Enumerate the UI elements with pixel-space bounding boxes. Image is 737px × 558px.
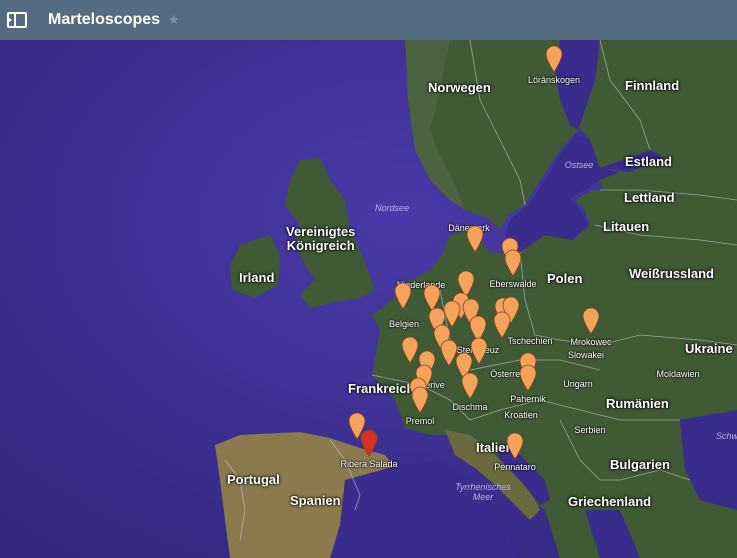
region-label: Belgien bbox=[388, 319, 420, 329]
map-marker-icon[interactable] bbox=[394, 282, 412, 310]
country-label: Irland bbox=[239, 270, 275, 285]
star-icon[interactable]: ★ bbox=[168, 12, 180, 28]
map-marker-icon[interactable] bbox=[411, 386, 429, 414]
app-header: Marteloscopes ★ bbox=[0, 0, 737, 40]
water-label: Nordsee bbox=[374, 203, 410, 213]
map-marker-icon[interactable] bbox=[545, 45, 563, 73]
region-label: Slowakei bbox=[567, 350, 605, 360]
country-label: Portugal bbox=[227, 472, 280, 487]
country-label: Estland bbox=[625, 154, 672, 169]
map-marker-icon[interactable] bbox=[582, 307, 600, 335]
country-label: Bulgarien bbox=[610, 457, 670, 472]
country-label: Spanien bbox=[290, 493, 341, 508]
map-marker-icon[interactable] bbox=[401, 336, 419, 364]
map-marker-icon[interactable] bbox=[360, 429, 378, 457]
country-label: Rumänien bbox=[606, 396, 669, 411]
country-label: Griechenland bbox=[568, 494, 652, 509]
region-label: Ungarn bbox=[563, 379, 593, 389]
country-label: Vereinigtes Königreich bbox=[286, 224, 356, 253]
marker-label: Mrokowec bbox=[570, 337, 612, 347]
country-label: Norwegen bbox=[428, 80, 491, 95]
map-marker-icon[interactable] bbox=[504, 249, 522, 277]
marker-label: Premol bbox=[405, 416, 435, 426]
water-label: Schw bbox=[715, 431, 737, 441]
page-title: Marteloscopes bbox=[48, 11, 161, 28]
marker-label: Pahernik bbox=[510, 394, 546, 404]
region-label: Serbien bbox=[574, 425, 606, 435]
marker-label: Pennataro bbox=[494, 462, 536, 472]
marker-label: Dischma bbox=[452, 402, 488, 412]
map-marker-icon[interactable] bbox=[519, 364, 537, 392]
marker-label: Lörânskogen bbox=[527, 75, 581, 85]
country-label: Litauen bbox=[603, 219, 650, 234]
country-label: Finnland bbox=[625, 78, 680, 93]
map-marker-icon[interactable] bbox=[493, 311, 511, 339]
marker-label: Ribera Salada bbox=[340, 459, 398, 469]
map-marker-icon[interactable] bbox=[466, 225, 484, 253]
region-label: Tschechien bbox=[507, 336, 553, 346]
region-label: Moldawien bbox=[656, 369, 700, 379]
country-label: Weißrussland bbox=[629, 266, 715, 281]
country-label: Ukraine bbox=[685, 341, 733, 356]
map-marker-icon[interactable] bbox=[506, 432, 524, 460]
water-label: Ostsee bbox=[564, 160, 594, 170]
region-label: Kroatien bbox=[504, 410, 538, 420]
country-label: Polen bbox=[547, 271, 583, 286]
marker-label: Eberswalde bbox=[489, 279, 537, 289]
country-label: Frankreich bbox=[348, 381, 415, 396]
sidebar-toggle-icon[interactable] bbox=[7, 12, 27, 28]
map-view[interactable]: Norwegen Finnland Estland Lettland Litauen Ve… bbox=[0, 40, 737, 558]
country-label: Lettland bbox=[624, 190, 675, 205]
map-marker-icon[interactable] bbox=[461, 372, 479, 400]
map-basemap bbox=[0, 40, 737, 558]
water-label: Tyrrhenisches Meer bbox=[455, 482, 511, 502]
